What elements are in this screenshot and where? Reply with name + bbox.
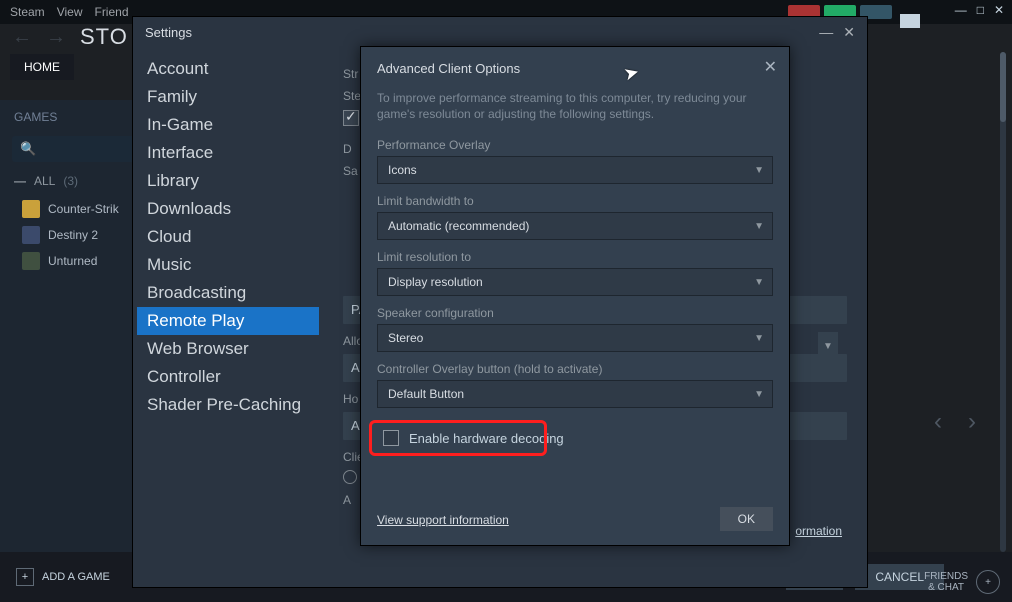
plus-icon: + xyxy=(16,568,34,586)
perf-overlay-value: Icons xyxy=(388,163,417,177)
settings-nav-controller[interactable]: Controller xyxy=(137,363,319,391)
settings-nav: AccountFamilyIn-GameInterfaceLibraryDown… xyxy=(133,47,323,587)
settings-nav-shader-pre-caching[interactable]: Shader Pre-Caching xyxy=(137,391,319,419)
carousel-prev-icon[interactable]: ‹ xyxy=(934,408,942,436)
game-icon xyxy=(22,200,40,218)
menu-steam[interactable]: Steam xyxy=(10,5,45,19)
menu-view[interactable]: View xyxy=(57,5,83,19)
obscured-radio[interactable] xyxy=(343,470,357,484)
game-name: Unturned xyxy=(48,254,97,268)
maximize-icon[interactable]: □ xyxy=(977,3,984,17)
game-name: Destiny 2 xyxy=(48,228,98,242)
obscured-text: Ste xyxy=(343,89,361,103)
settings-nav-in-game[interactable]: In-Game xyxy=(137,111,319,139)
game-icon xyxy=(22,252,40,270)
advanced-options-dialog: Advanced Client Options ✕ To improve per… xyxy=(360,46,790,546)
nav-fwd-icon[interactable]: → xyxy=(46,26,66,49)
content-scrollbar[interactable] xyxy=(1000,52,1006,552)
nav-row: ← → STO xyxy=(12,24,128,50)
controller-overlay-value: Default Button xyxy=(388,387,464,401)
chevron-down-icon: ▼ xyxy=(754,389,764,400)
settings-nav-music[interactable]: Music xyxy=(137,251,319,279)
chevron-down-icon: ▼ xyxy=(754,221,764,232)
resolution-label: Limit resolution to xyxy=(377,250,773,264)
advanced-close-icon[interactable]: ✕ xyxy=(764,57,777,77)
collapse-icon: — xyxy=(14,174,26,188)
settings-close-icon[interactable]: ✕ xyxy=(843,24,855,41)
view-support-link[interactable]: View support information xyxy=(377,513,509,527)
obscured-text: Ho xyxy=(343,392,358,406)
all-count: (3) xyxy=(63,174,78,188)
settings-nav-family[interactable]: Family xyxy=(137,83,319,111)
obscured-text: Sa xyxy=(343,164,358,178)
controller-overlay-select[interactable]: Default Button ▼ xyxy=(377,380,773,408)
settings-nav-interface[interactable]: Interface xyxy=(137,139,319,167)
speaker-select[interactable]: Stereo ▼ xyxy=(377,324,773,352)
settings-nav-library[interactable]: Library xyxy=(137,167,319,195)
settings-nav-account[interactable]: Account xyxy=(137,55,319,83)
game-icon xyxy=(22,226,40,244)
add-game-label: ADD A GAME xyxy=(42,571,110,583)
obscured-text: Str xyxy=(343,67,358,81)
bandwidth-label: Limit bandwidth to xyxy=(377,194,773,208)
obscured-checkbox[interactable] xyxy=(343,110,359,126)
settings-titlebar: Settings — ✕ xyxy=(133,17,867,47)
settings-nav-broadcasting[interactable]: Broadcasting xyxy=(137,279,319,307)
friends-label: FRIENDS xyxy=(924,571,968,582)
support-info-partial[interactable]: ormation xyxy=(795,524,842,538)
advanced-ok-button[interactable]: OK xyxy=(720,507,773,531)
chevron-down-icon: ▼ xyxy=(754,333,764,344)
chat-label: & CHAT xyxy=(924,582,968,593)
resolution-select[interactable]: Display resolution ▼ xyxy=(377,268,773,296)
add-game-button[interactable]: + ADD A GAME xyxy=(16,568,110,586)
advanced-title: Advanced Client Options xyxy=(377,61,773,76)
perf-overlay-label: Performance Overlay xyxy=(377,138,773,152)
vr-icon[interactable] xyxy=(900,14,920,28)
friends-plus-icon: + xyxy=(976,570,1000,594)
settings-minimize-icon[interactable]: — xyxy=(819,24,833,40)
menu-friends[interactable]: Friend xyxy=(94,5,128,19)
settings-nav-cloud[interactable]: Cloud xyxy=(137,223,319,251)
nav-back-icon[interactable]: ← xyxy=(12,26,32,49)
game-name: Counter-Strik xyxy=(48,202,119,216)
search-icon: 🔍 xyxy=(20,141,36,157)
speaker-value: Stereo xyxy=(388,331,423,345)
obscured-text: A xyxy=(343,418,360,433)
settings-title: Settings xyxy=(145,25,192,40)
obscured-dropdown-caret[interactable]: ▼ xyxy=(818,332,838,360)
hw-decoding-label: Enable hardware decoding xyxy=(409,431,564,446)
bandwidth-select[interactable]: Automatic (recommended) ▼ xyxy=(377,212,773,240)
carousel-arrows: ‹ › xyxy=(934,408,976,436)
obscured-text: A xyxy=(343,493,351,507)
settings-nav-web-browser[interactable]: Web Browser xyxy=(137,335,319,363)
hw-decoding-checkbox[interactable] xyxy=(383,430,399,446)
settings-nav-remote-play[interactable]: Remote Play xyxy=(137,307,319,335)
all-label: ALL xyxy=(34,174,55,188)
nav-store[interactable]: STO xyxy=(80,24,128,50)
chevron-down-icon: ▼ xyxy=(754,165,764,176)
perf-overlay-select[interactable]: Icons ▼ xyxy=(377,156,773,184)
minimize-icon[interactable]: — xyxy=(955,3,967,17)
chevron-down-icon: ▼ xyxy=(754,277,764,288)
tab-home[interactable]: HOME xyxy=(10,54,74,80)
friends-chat-button[interactable]: FRIENDS& CHAT + xyxy=(924,570,1000,594)
advanced-description: To improve performance streaming to this… xyxy=(377,90,773,122)
settings-nav-downloads[interactable]: Downloads xyxy=(137,195,319,223)
hw-decoding-row[interactable]: Enable hardware decoding xyxy=(377,422,773,454)
speaker-label: Speaker configuration xyxy=(377,306,773,320)
carousel-next-icon[interactable]: › xyxy=(968,408,976,436)
close-icon[interactable]: ✕ xyxy=(994,3,1004,17)
obscured-text: D xyxy=(343,142,352,156)
bandwidth-value: Automatic (recommended) xyxy=(388,219,529,233)
resolution-value: Display resolution xyxy=(388,275,483,289)
controller-overlay-label: Controller Overlay button (hold to activ… xyxy=(377,362,773,376)
obscured-text: A xyxy=(343,360,360,375)
